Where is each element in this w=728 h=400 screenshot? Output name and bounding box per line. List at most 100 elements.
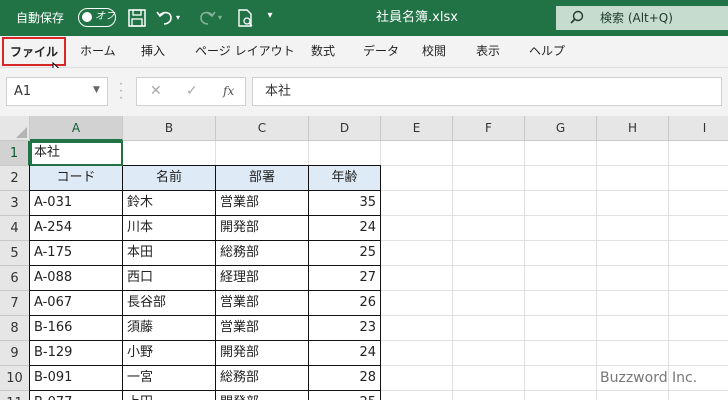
cell-i3[interactable] [669, 191, 728, 216]
cell-i6[interactable] [669, 266, 728, 291]
cell-i2[interactable] [669, 166, 728, 191]
cell-g1[interactable] [525, 141, 597, 166]
table-cell[interactable]: B-129 [30, 341, 123, 366]
cell-h8[interactable] [597, 316, 669, 341]
cell-g10[interactable] [525, 366, 597, 391]
table-cell[interactable]: B-077 [30, 391, 123, 400]
cell-h4[interactable] [597, 216, 669, 241]
cell-g11[interactable] [525, 391, 597, 400]
table-cell[interactable]: 営業部 [216, 191, 309, 216]
table-cell[interactable]: 長谷部 [123, 291, 216, 316]
tab-insert[interactable]: 挿入 [141, 36, 165, 67]
row-header-1[interactable]: 1 [0, 141, 30, 166]
cell-f10[interactable] [453, 366, 525, 391]
column-header-h[interactable]: H [597, 116, 669, 141]
column-header-f[interactable]: F [453, 116, 525, 141]
table-cell[interactable]: 28 [309, 366, 381, 391]
table-cell[interactable]: 一宮 [123, 366, 216, 391]
cell-h6[interactable] [597, 266, 669, 291]
table-cell[interactable]: B-091 [30, 366, 123, 391]
name-box[interactable]: A1 ▼ [6, 77, 108, 106]
table-cell[interactable]: 総務部 [216, 241, 309, 266]
redo-icon[interactable] [196, 7, 218, 29]
table-cell[interactable]: B-166 [30, 316, 123, 341]
row-header-8[interactable]: 8 [0, 316, 30, 341]
column-header-e[interactable]: E [381, 116, 453, 141]
cell-g5[interactable] [525, 241, 597, 266]
cell-f11[interactable] [453, 391, 525, 400]
row-header-6[interactable]: 6 [0, 266, 30, 291]
table-cell[interactable]: 営業部 [216, 291, 309, 316]
row-header-2[interactable]: 2 [0, 166, 30, 191]
table-cell[interactable]: 24 [309, 216, 381, 241]
row-header-3[interactable]: 3 [0, 191, 30, 216]
table-cell[interactable]: 25 [309, 241, 381, 266]
cell-e8[interactable] [381, 316, 453, 341]
table-cell[interactable]: 27 [309, 266, 381, 291]
table-cell[interactable]: 川本 [123, 216, 216, 241]
table-header-cell[interactable]: 部署 [216, 166, 309, 191]
cell-e6[interactable] [381, 266, 453, 291]
row-header-5[interactable]: 5 [0, 241, 30, 266]
cell-g8[interactable] [525, 316, 597, 341]
table-header-cell[interactable]: 年齢 [309, 166, 381, 191]
table-cell[interactable]: 35 [309, 191, 381, 216]
row-header-11[interactable]: 11 [0, 391, 30, 400]
undo-icon[interactable] [154, 7, 176, 29]
cell-g7[interactable] [525, 291, 597, 316]
cell-g6[interactable] [525, 266, 597, 291]
cell-h3[interactable] [597, 191, 669, 216]
cell-e4[interactable] [381, 216, 453, 241]
cell-f9[interactable] [453, 341, 525, 366]
column-header-c[interactable]: C [216, 116, 309, 141]
table-cell[interactable]: A-088 [30, 266, 123, 291]
cell-g3[interactable] [525, 191, 597, 216]
cell-g2[interactable] [525, 166, 597, 191]
cell-e2[interactable] [381, 166, 453, 191]
cell-c1[interactable] [216, 141, 309, 166]
formula-input[interactable]: 本社 [252, 77, 722, 106]
cell-e5[interactable] [381, 241, 453, 266]
select-all-button[interactable] [0, 116, 30, 141]
save-icon[interactable] [126, 7, 148, 29]
tab-formulas[interactable]: 数式 [311, 36, 335, 67]
table-cell[interactable]: 西口 [123, 266, 216, 291]
column-header-i[interactable]: I [669, 116, 728, 141]
autosave-toggle[interactable]: オフ [78, 8, 116, 27]
table-cell[interactable]: 鈴木 [123, 191, 216, 216]
table-cell[interactable]: 開発部 [216, 341, 309, 366]
cell-i11[interactable] [669, 391, 728, 400]
cell-i9[interactable] [669, 341, 728, 366]
cell-f1[interactable] [453, 141, 525, 166]
cell-a1[interactable]: 本社 [30, 141, 123, 166]
cell-f6[interactable] [453, 266, 525, 291]
cell-e11[interactable] [381, 391, 453, 400]
cell-g9[interactable] [525, 341, 597, 366]
row-header-7[interactable]: 7 [0, 291, 30, 316]
column-header-g[interactable]: G [525, 116, 597, 141]
chevron-down-icon[interactable]: ▼ [93, 85, 100, 95]
table-cell[interactable]: 営業部 [216, 316, 309, 341]
table-cell[interactable]: 本田 [123, 241, 216, 266]
cell-f4[interactable] [453, 216, 525, 241]
tab-home[interactable]: ホーム [80, 36, 116, 67]
cell-h11[interactable] [597, 391, 669, 400]
cell-i4[interactable] [669, 216, 728, 241]
table-cell[interactable]: 23 [309, 316, 381, 341]
table-header-cell[interactable]: 名前 [123, 166, 216, 191]
column-header-a[interactable]: A [30, 116, 123, 141]
cell-e10[interactable] [381, 366, 453, 391]
cell-i8[interactable] [669, 316, 728, 341]
cell-i5[interactable] [669, 241, 728, 266]
cell-h7[interactable] [597, 291, 669, 316]
cell-e9[interactable] [381, 341, 453, 366]
table-cell[interactable]: 総務部 [216, 366, 309, 391]
cell-d1[interactable] [309, 141, 381, 166]
cell-i1[interactable] [669, 141, 728, 166]
row-header-10[interactable]: 10 [0, 366, 30, 391]
cell-i7[interactable] [669, 291, 728, 316]
cell-h5[interactable] [597, 241, 669, 266]
cancel-icon[interactable]: ✕ [150, 82, 162, 100]
tab-help[interactable]: ヘルプ [529, 36, 565, 67]
cell-f8[interactable] [453, 316, 525, 341]
